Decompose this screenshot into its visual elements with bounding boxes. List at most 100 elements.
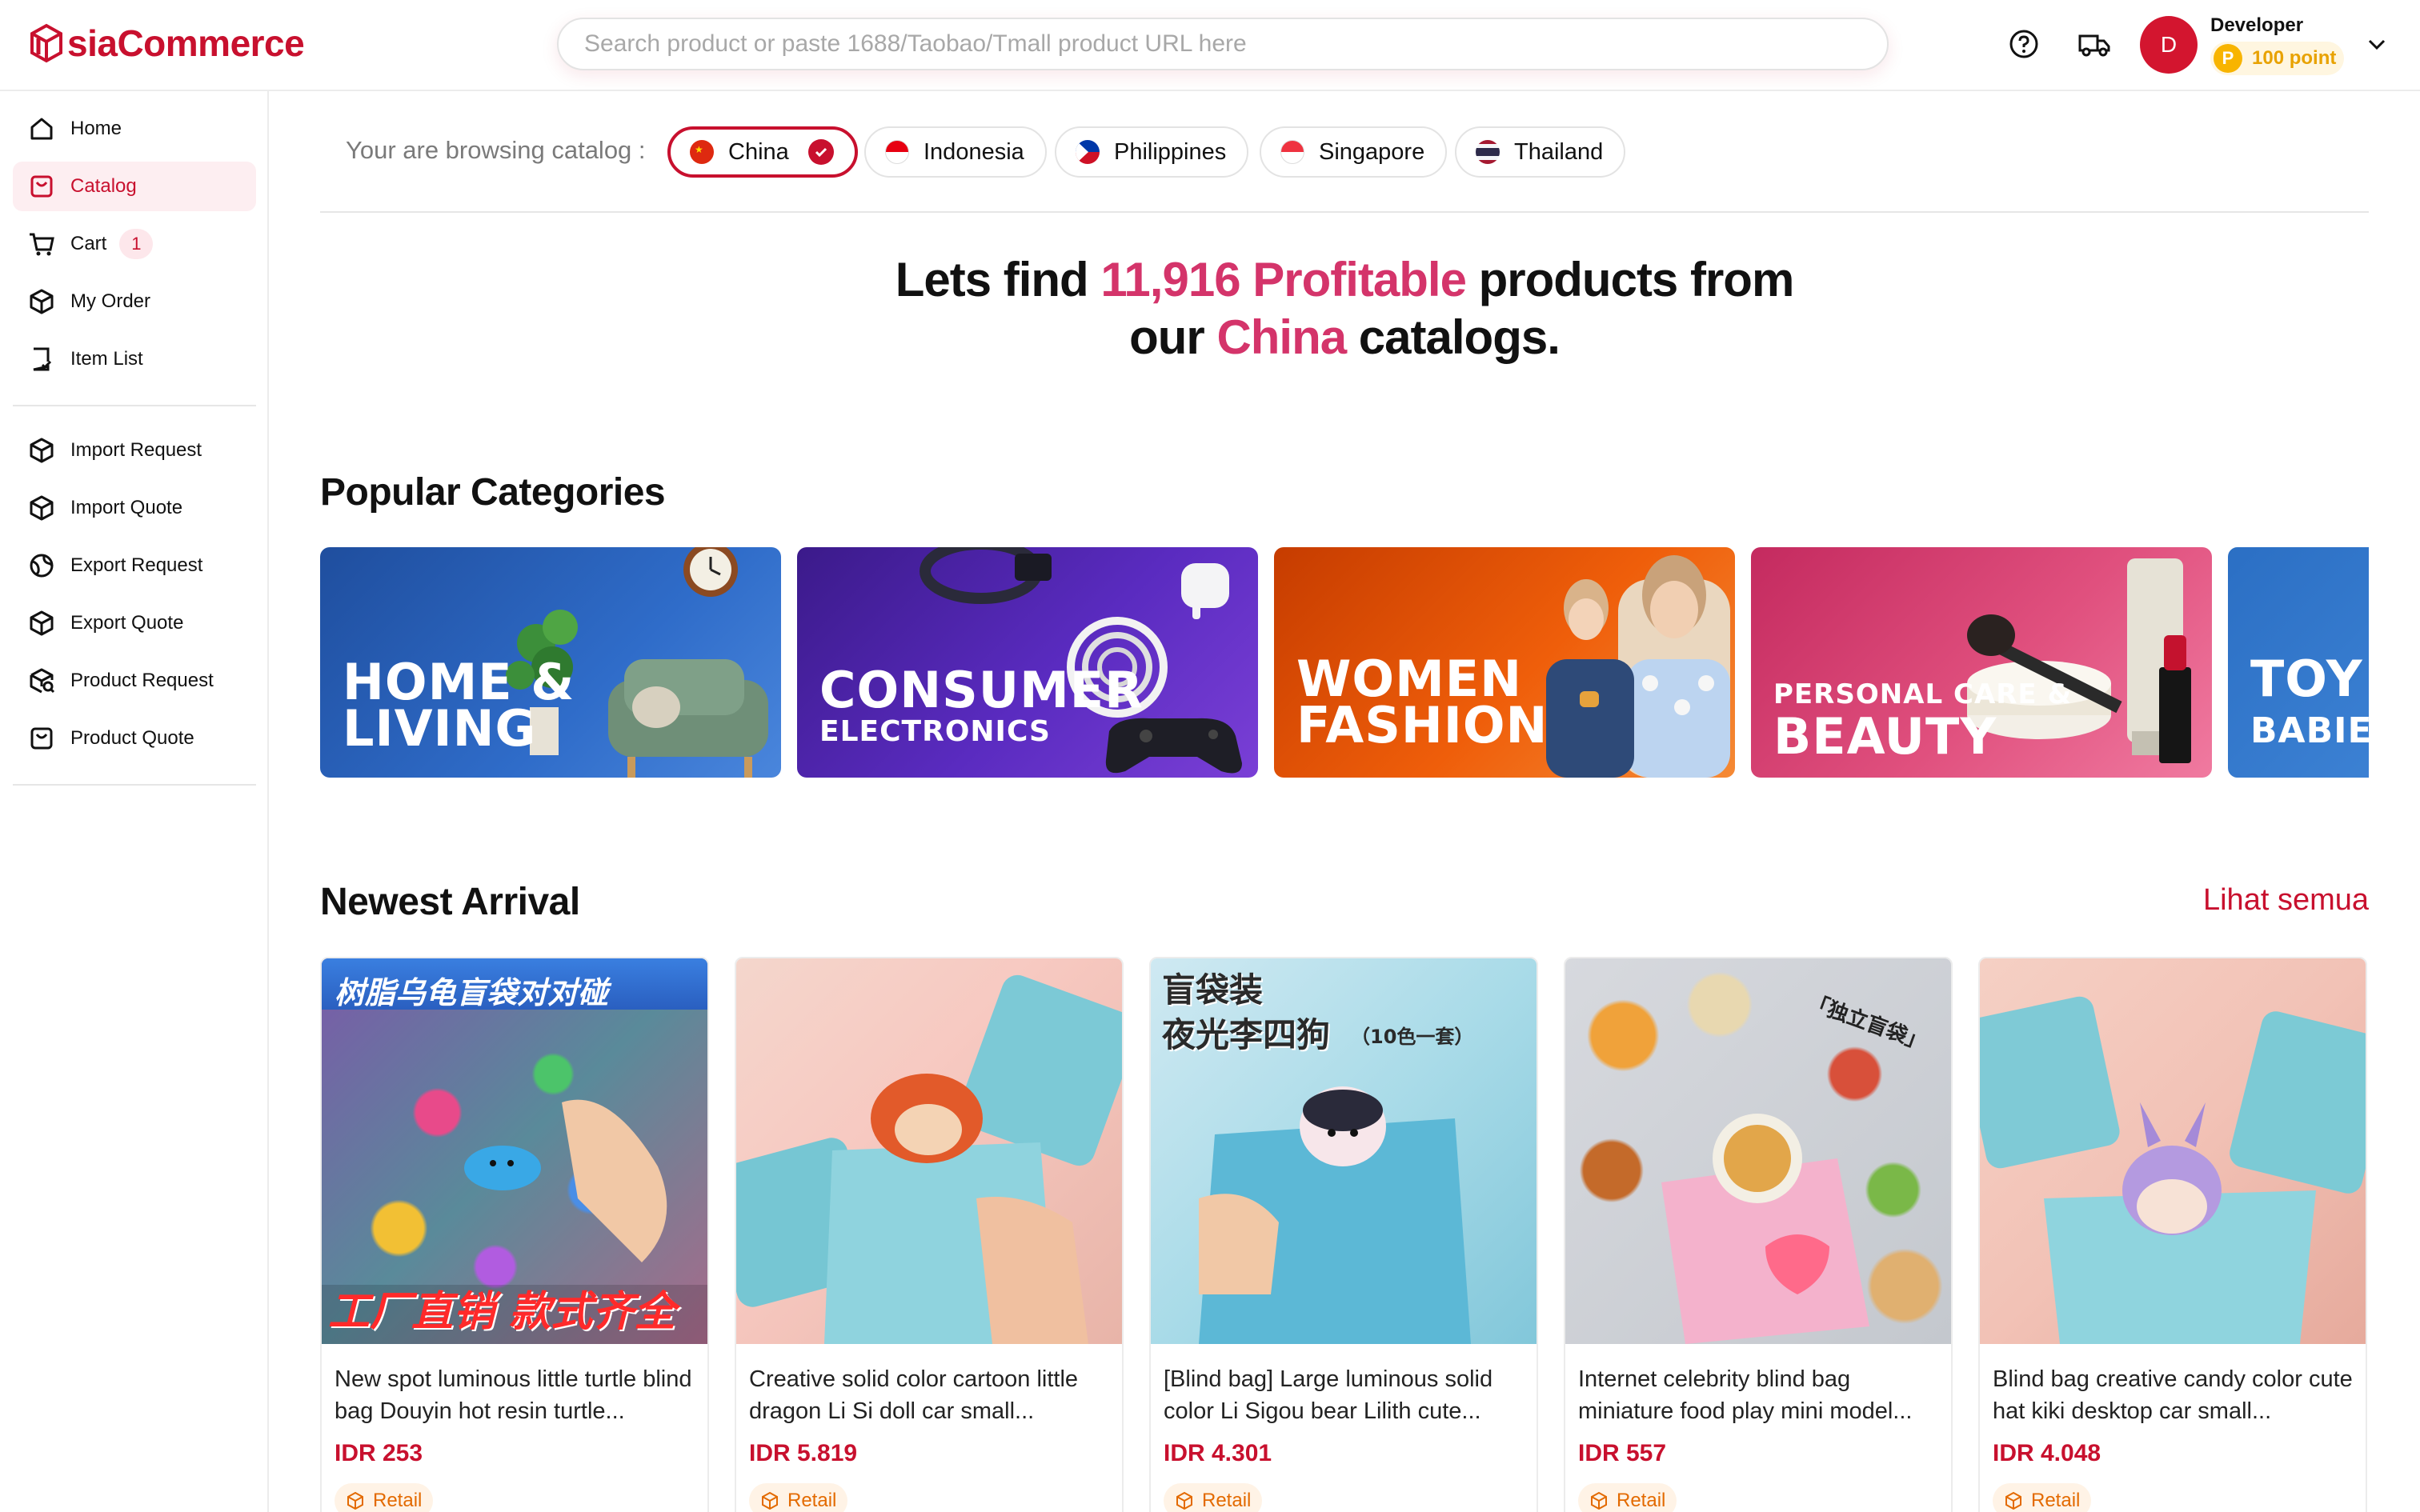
product-card[interactable]: 「独立盲袋」 Internet celebrity blind bag mini… xyxy=(1564,957,1953,1512)
country-label: Thailand xyxy=(1514,138,1604,165)
sidebar-item-home[interactable]: Home xyxy=(13,104,256,154)
country-label: Philippines xyxy=(1114,138,1227,165)
chevron-down-icon[interactable] xyxy=(2364,32,2390,58)
list-icon xyxy=(27,345,56,374)
category-subtitle: ELECTRONICS xyxy=(819,715,1051,748)
retail-badge: Retail xyxy=(1164,1483,1263,1512)
coin-icon: P xyxy=(2214,44,2242,73)
product-image: 「独立盲袋」 xyxy=(1565,958,1951,1344)
product-price: IDR 5.819 xyxy=(749,1440,858,1466)
singapore-flag-icon xyxy=(1280,140,1304,164)
category-card-consumer-electronics[interactable]: CONSUMER ELECTRONICS xyxy=(797,547,1258,778)
category-subtitle: BABIE xyxy=(2250,710,2369,751)
product-name: New spot luminous little turtle blind ba… xyxy=(335,1366,692,1424)
sidebar-item-export-quote[interactable]: Export Quote xyxy=(13,598,256,648)
sidebar-item-label: Product Request xyxy=(70,670,214,691)
points-value: 100 point xyxy=(2252,47,2337,69)
hero-text: products from xyxy=(1465,253,1795,306)
country-label: Indonesia xyxy=(924,138,1024,165)
box-icon xyxy=(1176,1491,1192,1510)
search-bar[interactable] xyxy=(557,18,1889,70)
sidebar-item-export-request[interactable]: Export Request xyxy=(13,541,256,590)
product-card[interactable]: 盲袋装 夜光李四狗 （10色一套） [Blind bag] Large lumi… xyxy=(1149,957,1538,1512)
retail-badge: Retail xyxy=(335,1483,434,1512)
search-box-icon xyxy=(27,666,56,695)
sidebar-item-cart[interactable]: Cart 1 xyxy=(13,219,256,269)
sidebar-item-item-list[interactable]: Item List xyxy=(13,334,256,384)
china-flag-icon: ★ xyxy=(690,140,714,164)
category-title: PERSONAL CARE & xyxy=(1773,678,2073,710)
sidebar-item-import-quote[interactable]: Import Quote xyxy=(13,483,256,533)
product-name: Blind bag creative candy color cute hat … xyxy=(1993,1366,2353,1424)
truck-icon[interactable] xyxy=(2076,26,2113,62)
product-card[interactable]: 树脂乌龟盲袋对对碰 工厂直销 款式齐全 New spot luminous li… xyxy=(320,957,709,1512)
product-price: IDR 4.048 xyxy=(1993,1440,2101,1466)
popular-categories-title: Popular Categories xyxy=(320,471,666,514)
search-input[interactable] xyxy=(584,30,1887,58)
philippines-flag-icon xyxy=(1076,140,1100,164)
sidebar-divider xyxy=(13,405,256,406)
brand-name: siaCommerce xyxy=(67,22,305,64)
check-icon xyxy=(807,139,834,165)
box-icon xyxy=(762,1491,778,1510)
hero-heading: Lets find 11,916 Profitable products fro… xyxy=(320,251,2369,366)
product-price: IDR 557 xyxy=(1578,1440,1667,1466)
sidebar-item-label: Cart xyxy=(70,233,107,254)
quote-icon xyxy=(27,724,56,753)
product-image: 树脂乌龟盲袋对对碰 工厂直销 款式齐全 xyxy=(322,958,707,1344)
product-name: Internet celebrity blind bag miniature f… xyxy=(1578,1366,1913,1424)
home-icon xyxy=(27,114,56,143)
indonesia-flag-icon xyxy=(885,140,909,164)
country-chip-singapore[interactable]: Singapore xyxy=(1260,126,1448,178)
category-carousel: HOME & LIVING CONSUMER ELECTRONICS WOMEN F… xyxy=(320,547,2369,778)
category-title: WOMEN FASHION xyxy=(1296,650,1549,754)
brand-logo[interactable]: siaCommerce xyxy=(27,19,305,67)
country-chip-thailand[interactable]: Thailand xyxy=(1455,126,1626,178)
retail-badge: Retail xyxy=(1578,1483,1677,1512)
product-price: IDR 253 xyxy=(335,1440,423,1466)
sidebar-item-import-request[interactable]: Import Request xyxy=(13,426,256,475)
box-icon xyxy=(27,436,56,465)
country-label: China xyxy=(728,138,789,165)
cart-icon xyxy=(27,230,56,258)
category-card-home-living[interactable]: HOME & LIVING xyxy=(320,547,781,778)
see-all-link[interactable]: Lihat semua xyxy=(2203,883,2369,918)
product-card[interactable]: Blind bag creative candy color cute hat … xyxy=(1978,957,2367,1512)
sidebar-item-product-request[interactable]: Product Request xyxy=(13,656,256,706)
sidebar-item-my-order[interactable]: My Order xyxy=(13,277,256,326)
user-name: Developer xyxy=(2210,14,2304,36)
country-chip-china[interactable]: ★ China xyxy=(667,126,858,178)
category-title: HOME & LIVING xyxy=(343,653,575,758)
sidebar-item-label: Catalog xyxy=(70,175,137,197)
category-card-women-fashion[interactable]: WOMEN FASHION xyxy=(1274,547,1735,778)
hero-product-count: 11,916 Profitable xyxy=(1100,253,1467,306)
retail-badge: Retail xyxy=(1993,1483,2092,1512)
country-label: Singapore xyxy=(1319,138,1425,165)
sidebar: Home Catalog Cart 1 My Order Item List I… xyxy=(0,91,269,1512)
avatar-initial: D xyxy=(2160,32,2178,57)
hero-text: catalogs. xyxy=(1346,310,1561,364)
product-name: Creative solid color cartoon little drag… xyxy=(749,1366,1079,1424)
category-card-toys-babies[interactable]: TOY BABIE xyxy=(2228,547,2369,778)
box-icon xyxy=(27,494,56,522)
country-chip-philippines[interactable]: Philippines xyxy=(1055,126,1249,178)
sidebar-item-label: Import Request xyxy=(70,439,202,461)
sidebar-item-product-quote[interactable]: Product Quote xyxy=(13,714,256,763)
box-icon xyxy=(1591,1491,1607,1510)
sidebar-item-catalog[interactable]: Catalog xyxy=(13,162,256,211)
sidebar-item-label: Export Quote xyxy=(70,612,184,634)
avatar[interactable]: D xyxy=(2140,16,2198,74)
product-image-caption: 工厂直销 款式齐全 xyxy=(328,1288,676,1336)
sidebar-item-label: Export Request xyxy=(70,554,203,576)
product-image: 盲袋装 夜光李四狗 （10色一套） xyxy=(1151,958,1537,1344)
sidebar-item-label: My Order xyxy=(70,290,151,312)
product-card[interactable]: Creative solid color cartoon little drag… xyxy=(735,957,1124,1512)
country-chip-indonesia[interactable]: Indonesia xyxy=(864,126,1047,178)
help-icon[interactable] xyxy=(2005,26,2042,62)
hero-country: China xyxy=(1216,310,1347,364)
sidebar-divider xyxy=(13,784,256,786)
box-icon xyxy=(2005,1491,2021,1510)
category-card-personal-care-beauty[interactable]: PERSONAL CARE & BEAUTY xyxy=(1751,547,2212,778)
logo-box-icon xyxy=(30,23,62,63)
category-title: CONSUMER xyxy=(819,661,1144,719)
